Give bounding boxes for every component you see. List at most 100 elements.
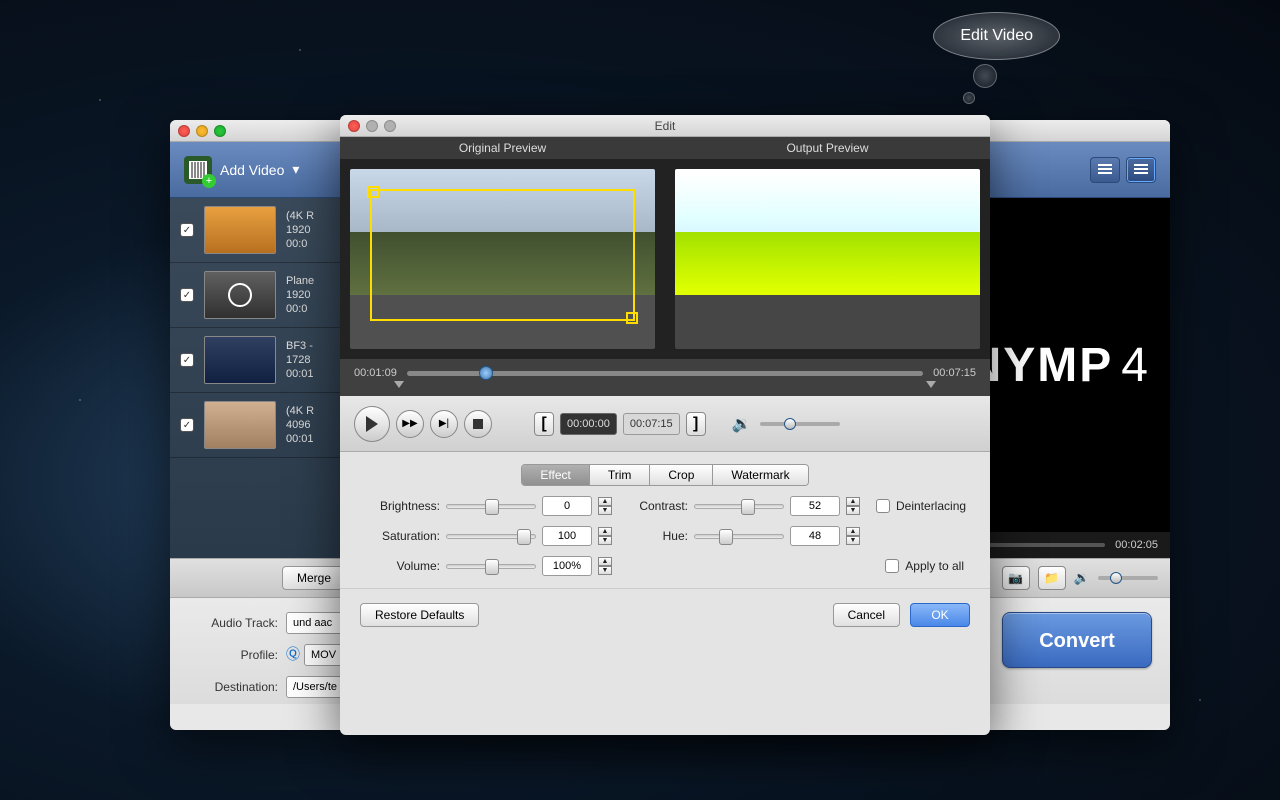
play-icon [366,416,378,432]
volume-label: Volume: [366,559,440,573]
saturation-stepper[interactable]: ▲▼ [598,527,612,545]
checkbox[interactable]: ✓ [180,353,194,367]
hue-input[interactable] [790,526,840,546]
fast-forward-button[interactable]: ▶▶ [396,410,424,438]
brightness-stepper[interactable]: ▲▼ [598,497,612,515]
crop-rectangle[interactable] [370,189,635,321]
minimize-icon[interactable] [196,125,208,137]
folder-button[interactable]: 📁 [1038,566,1066,590]
set-out-button[interactable]: ] [686,412,706,436]
checkbox[interactable]: ✓ [180,223,194,237]
video-info: BF3 - 1728 00:01 [286,339,314,382]
callout-bubble: Edit Video [933,12,1060,60]
volume-slider[interactable] [760,422,840,426]
edit-titlebar[interactable]: Edit [340,115,990,137]
snapshot-button[interactable]: 📷 [1002,566,1030,590]
deinterlacing-label: Deinterlacing [896,499,966,513]
contrast-label: Contrast: [628,499,688,513]
scrubber-area: 00:01:09 00:07:15 [340,359,990,396]
volume-icon[interactable]: 🔉 [1074,570,1090,586]
original-preview[interactable] [340,159,665,359]
close-icon[interactable] [348,120,360,132]
original-header: Original Preview [340,137,665,159]
dialog-title: Edit [340,119,990,133]
apply-to-all-label: Apply to all [905,559,964,573]
scrubber-knob[interactable] [479,366,493,380]
zoom-icon[interactable] [214,125,226,137]
hue-stepper[interactable]: ▲▼ [846,527,860,545]
view-list-button[interactable] [1090,157,1120,183]
saturation-input[interactable] [542,526,592,546]
effect-volume-stepper[interactable]: ▲▼ [598,557,612,575]
view-grid-button[interactable] [1126,157,1156,183]
effect-form: Brightness: ▲▼ Contrast: ▲▼ Deinterlacin… [340,496,990,576]
merge-button[interactable]: Merge [282,566,346,590]
edit-video-callout: Edit Video [933,12,1060,104]
contrast-input[interactable] [790,496,840,516]
contrast-stepper[interactable]: ▲▼ [846,497,860,515]
brightness-input[interactable] [542,496,592,516]
video-info: (4K R 1920 00:0 [286,209,314,252]
next-frame-button[interactable]: ▶| [430,410,458,438]
set-in-button[interactable]: [ [534,412,554,436]
video-thumbnail [204,206,276,254]
output-header: Output Preview [665,137,990,159]
checkbox[interactable]: ✓ [180,288,194,302]
close-icon[interactable] [178,125,190,137]
ok-button[interactable]: OK [910,603,970,627]
video-thumbnail [204,336,276,384]
video-thumbnail [204,271,276,319]
contrast-slider[interactable] [694,504,784,509]
hue-label: Hue: [628,529,688,543]
profile-label: Profile: [188,648,278,662]
volume-slider[interactable] [1098,576,1158,580]
video-info: (4K R 4096 00:01 [286,404,314,447]
callout-tail [973,64,997,88]
checkbox[interactable]: ✓ [180,418,194,432]
callout-tail-small [963,92,975,104]
zoom-icon [384,120,396,132]
play-button[interactable] [354,406,390,442]
effect-volume-input[interactable] [542,556,592,576]
video-info: Plane 1920 00:0 [286,274,314,317]
destination-label: Destination: [188,680,278,694]
audio-track-label: Audio Track: [188,616,278,630]
dialog-buttons: Restore Defaults Cancel OK [340,588,990,641]
minimize-icon [366,120,378,132]
scrub-total: 00:07:15 [933,367,976,379]
deinterlacing-checkbox[interactable] [876,499,890,513]
volume-icon[interactable]: 🔉 [732,414,752,434]
convert-button[interactable]: Convert [1002,612,1152,668]
transport-bar: ▶▶ ▶| [ 00:00:00 00:07:15 ] 🔉 [340,396,990,452]
saturation-slider[interactable] [446,534,536,539]
trim-marker-in[interactable] [394,381,404,388]
hue-slider[interactable] [694,534,784,539]
stop-button[interactable] [464,410,492,438]
add-video-icon [184,156,212,184]
tab-crop[interactable]: Crop [650,465,713,485]
brightness-label: Brightness: [366,499,440,513]
tab-trim[interactable]: Trim [590,465,651,485]
chevron-down-icon: ▾ [292,161,299,178]
output-preview [665,159,990,359]
tab-segment: Effect Trim Crop Watermark [340,464,990,486]
edit-dialog: Edit Original Preview Output Preview 00:… [340,115,990,735]
effect-volume-slider[interactable] [446,564,536,569]
brand-suffix: 4 [1121,338,1150,393]
restore-defaults-button[interactable]: Restore Defaults [360,603,479,627]
add-video-button[interactable]: Add Video ▾ [184,156,299,184]
trim-in-time[interactable]: 00:00:00 [560,413,617,435]
tab-effect[interactable]: Effect [522,465,589,485]
cancel-button[interactable]: Cancel [833,603,900,627]
brightness-slider[interactable] [446,504,536,509]
tab-watermark[interactable]: Watermark [713,465,807,485]
saturation-label: Saturation: [366,529,440,543]
scrub-current: 00:01:09 [354,367,397,379]
stop-icon [473,419,483,429]
scrubber-track[interactable] [407,371,923,376]
video-thumbnail [204,401,276,449]
trim-out-time[interactable]: 00:07:15 [623,413,680,435]
apply-to-all-checkbox[interactable] [885,559,899,573]
trim-marker-out[interactable] [926,381,936,388]
view-toggle [1090,157,1156,183]
